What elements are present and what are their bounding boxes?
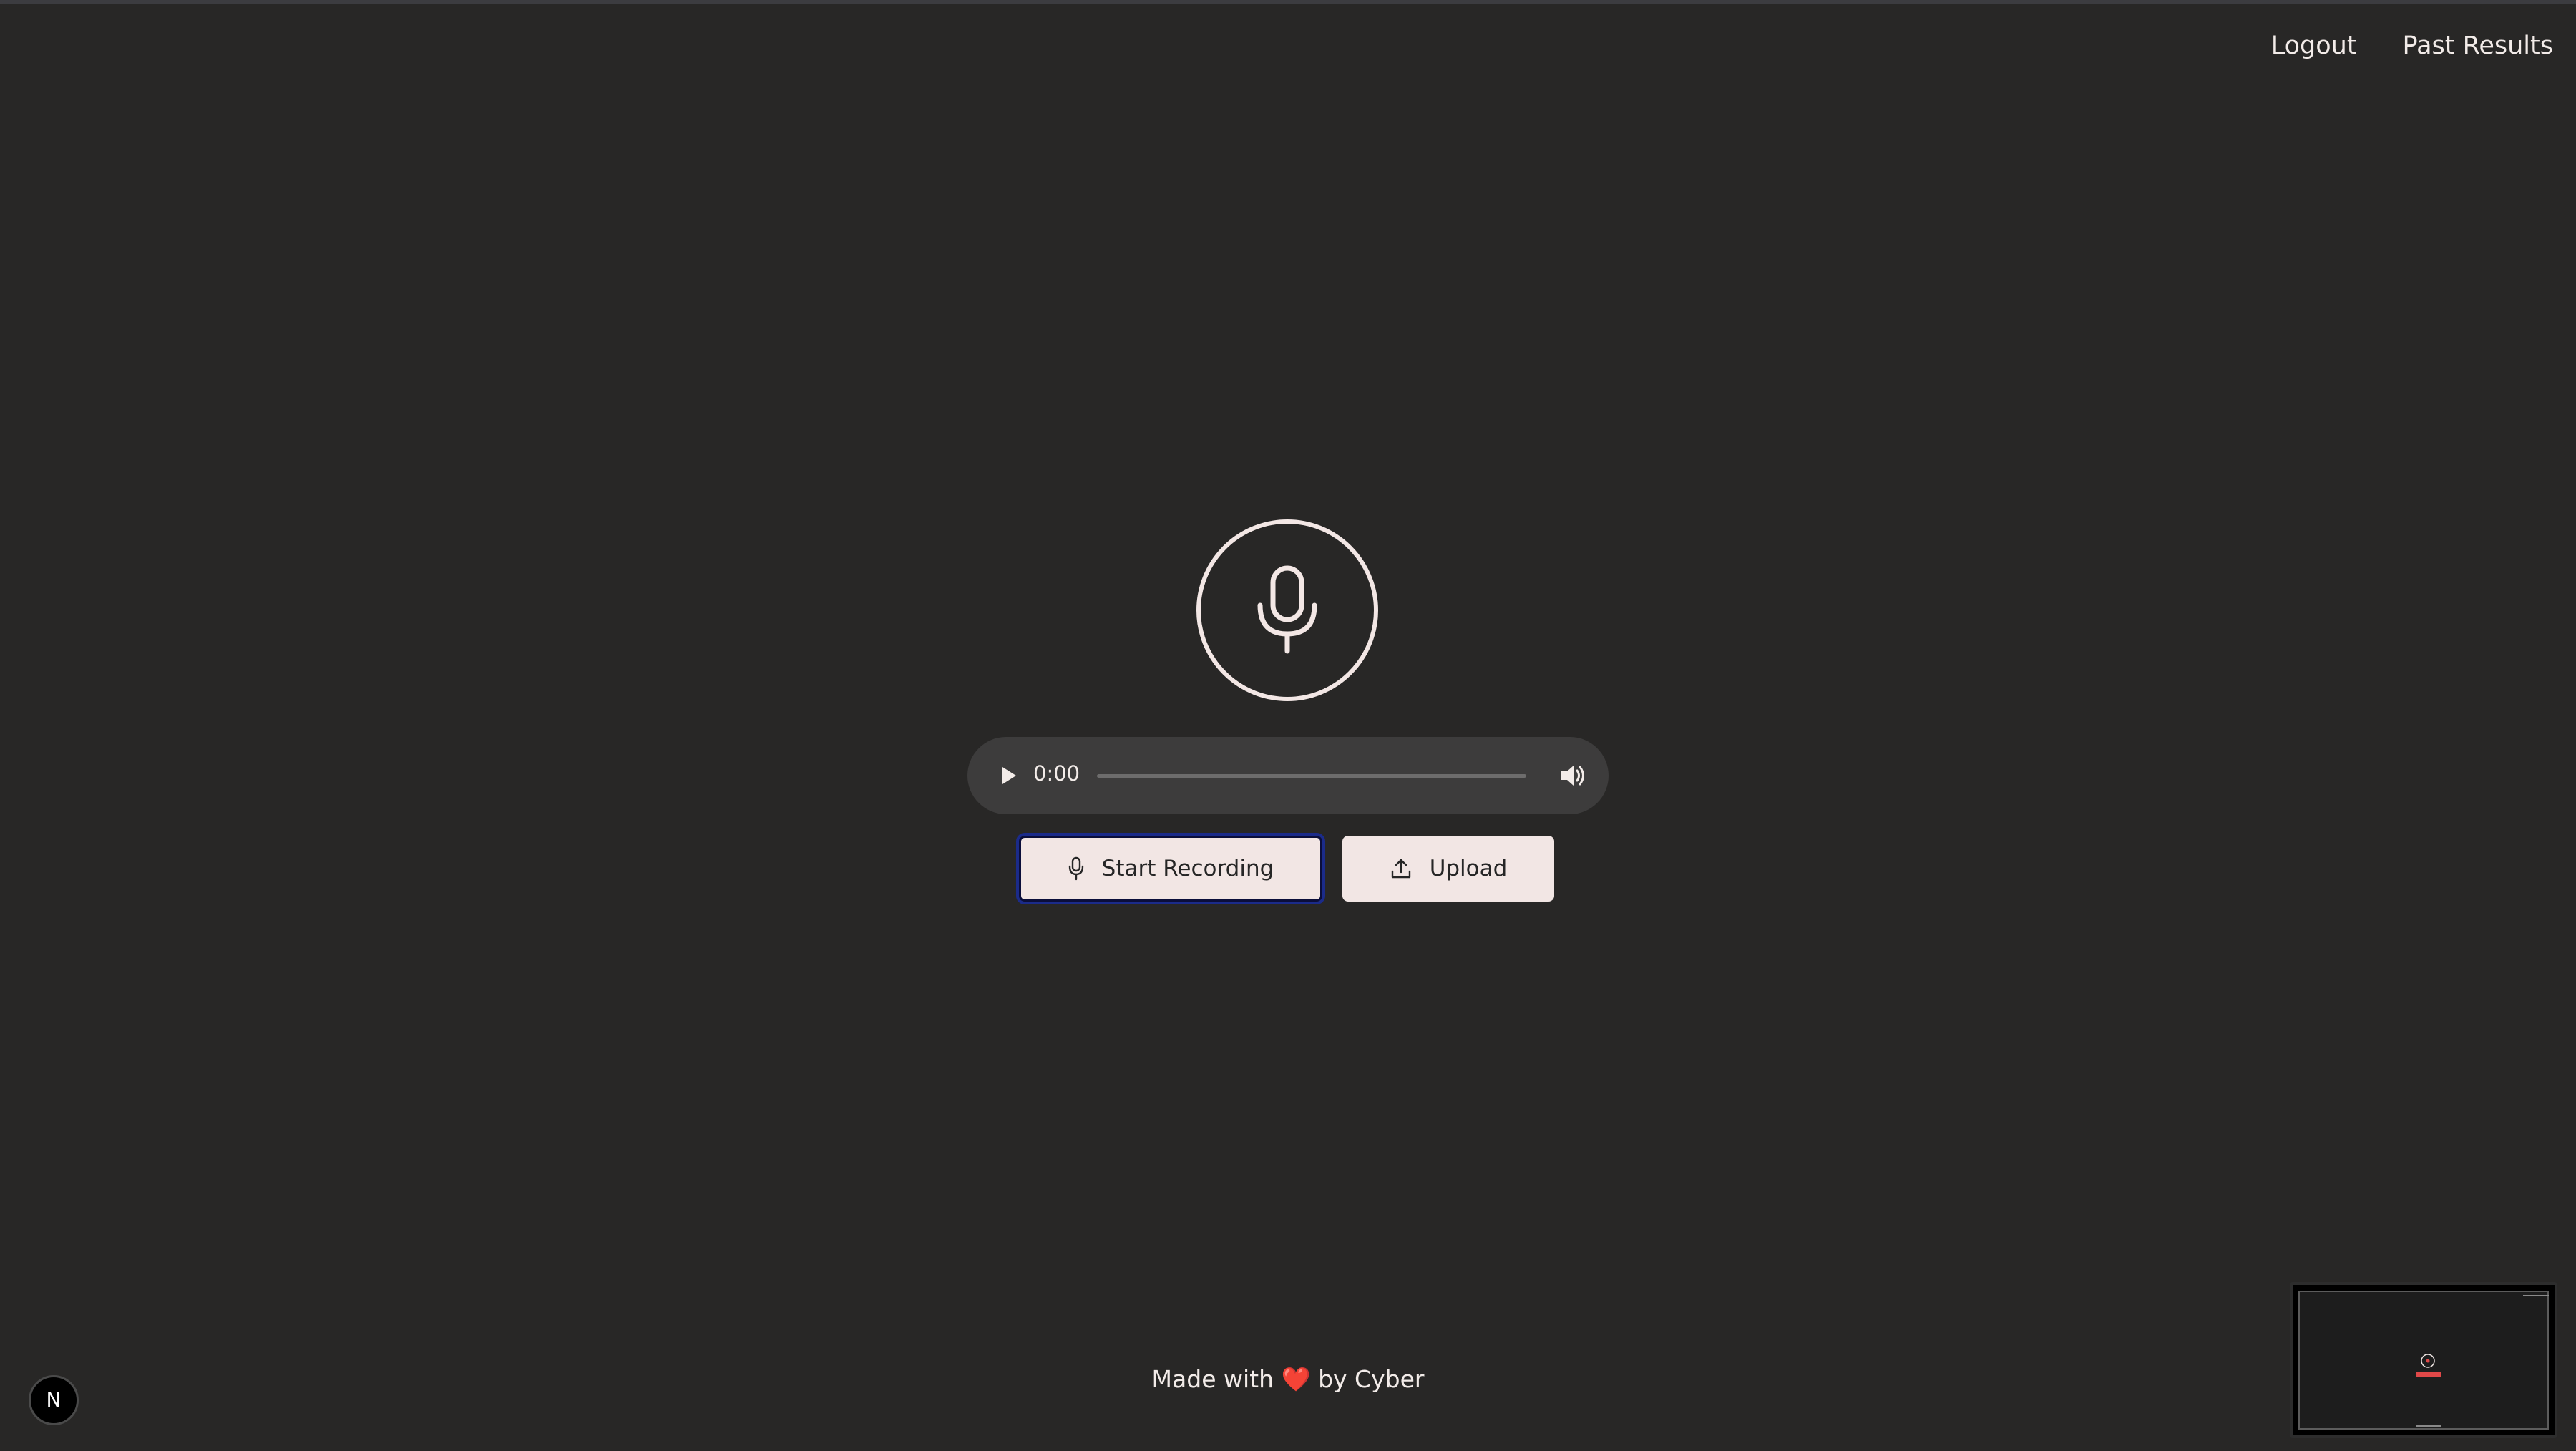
microphone-icon [1196, 519, 1378, 701]
upload-button[interactable]: Upload [1342, 836, 1554, 902]
n-logo-badge[interactable]: N [29, 1375, 79, 1425]
upload-label: Upload [1429, 856, 1508, 881]
preview-screen [2298, 1291, 2549, 1430]
screen-preview-thumbnail[interactable] [2290, 1282, 2557, 1438]
footer-credit: Made with ❤️ by Cyber [0, 1365, 2576, 1394]
logout-link[interactable]: Logout [2271, 31, 2357, 60]
volume-icon[interactable] [1558, 761, 1587, 790]
audio-time: 0:00 [1033, 761, 1080, 786]
footer-suffix: by Cyber [1318, 1365, 1425, 1393]
top-nav: Logout Past Results [2271, 31, 2553, 60]
microphone-glyph [1257, 565, 1317, 654]
audio-player: 0:00 [967, 737, 1609, 814]
app-page: Logout Past Results 0:00 Start Recording… [0, 0, 2576, 1451]
play-icon[interactable] [996, 763, 1022, 788]
n-logo-letter: N [47, 1388, 62, 1412]
start-recording-button[interactable]: Start Recording [1016, 833, 1325, 904]
past-results-link[interactable]: Past Results [2403, 31, 2553, 60]
start-recording-label: Start Recording [1101, 856, 1274, 881]
footer-prefix: Made with [1151, 1365, 1274, 1393]
audio-progress-slider[interactable] [1097, 774, 1526, 778]
upload-icon [1391, 859, 1410, 879]
heart-icon: ❤️ [1281, 1365, 1311, 1393]
microphone-icon [1068, 856, 1083, 881]
